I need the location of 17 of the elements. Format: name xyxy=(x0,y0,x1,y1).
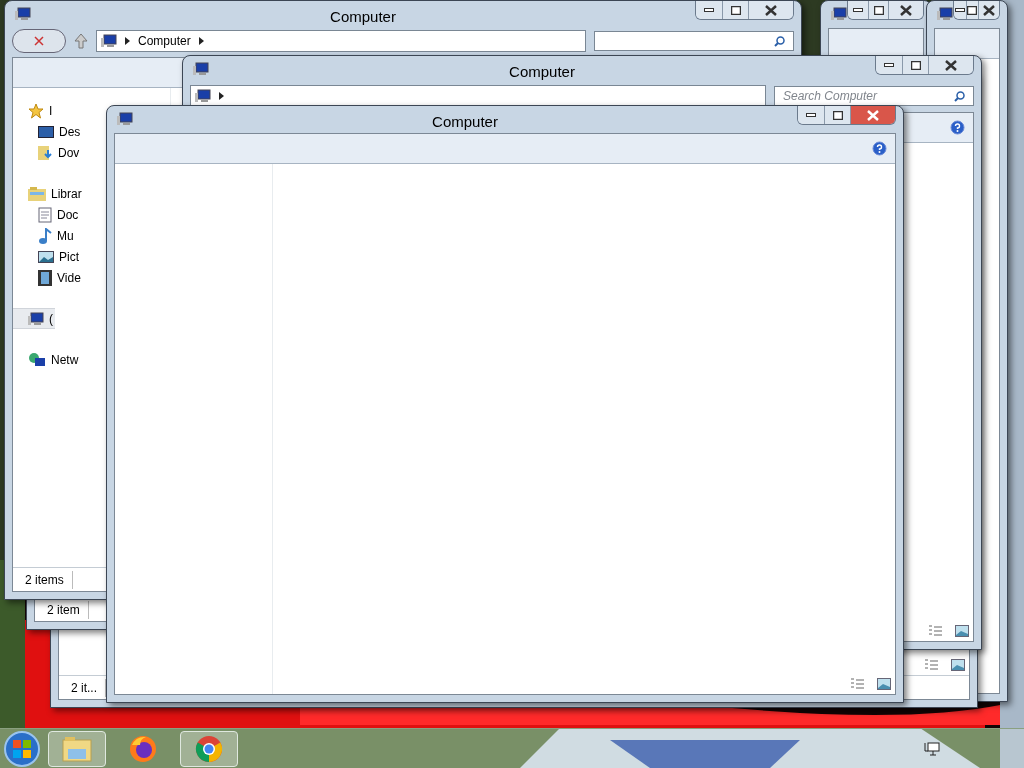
window-title: Computer xyxy=(509,62,575,82)
item-count: 2 items xyxy=(25,570,73,589)
breadcrumb[interactable]: Computer xyxy=(138,32,191,50)
search-field[interactable]: Search Computer xyxy=(774,86,974,106)
nav-item[interactable]: ( xyxy=(13,308,55,329)
nav-item[interactable]: Doc xyxy=(13,204,81,225)
nav-item[interactable]: Vide xyxy=(13,267,83,288)
nav-item[interactable]: Librar xyxy=(13,183,84,204)
nav-item[interactable]: Des xyxy=(13,121,83,142)
nav-item[interactable]: Netw xyxy=(13,349,81,370)
address-field[interactable]: Computer xyxy=(96,30,586,52)
window-title: Computer xyxy=(330,7,396,27)
nav-item[interactable]: I xyxy=(13,100,55,121)
window-title: Computer xyxy=(432,112,498,132)
nav-item[interactable]: Mu xyxy=(13,225,76,246)
nav-item[interactable]: Dov xyxy=(13,142,82,163)
nav-item[interactable]: Pict xyxy=(13,246,81,267)
